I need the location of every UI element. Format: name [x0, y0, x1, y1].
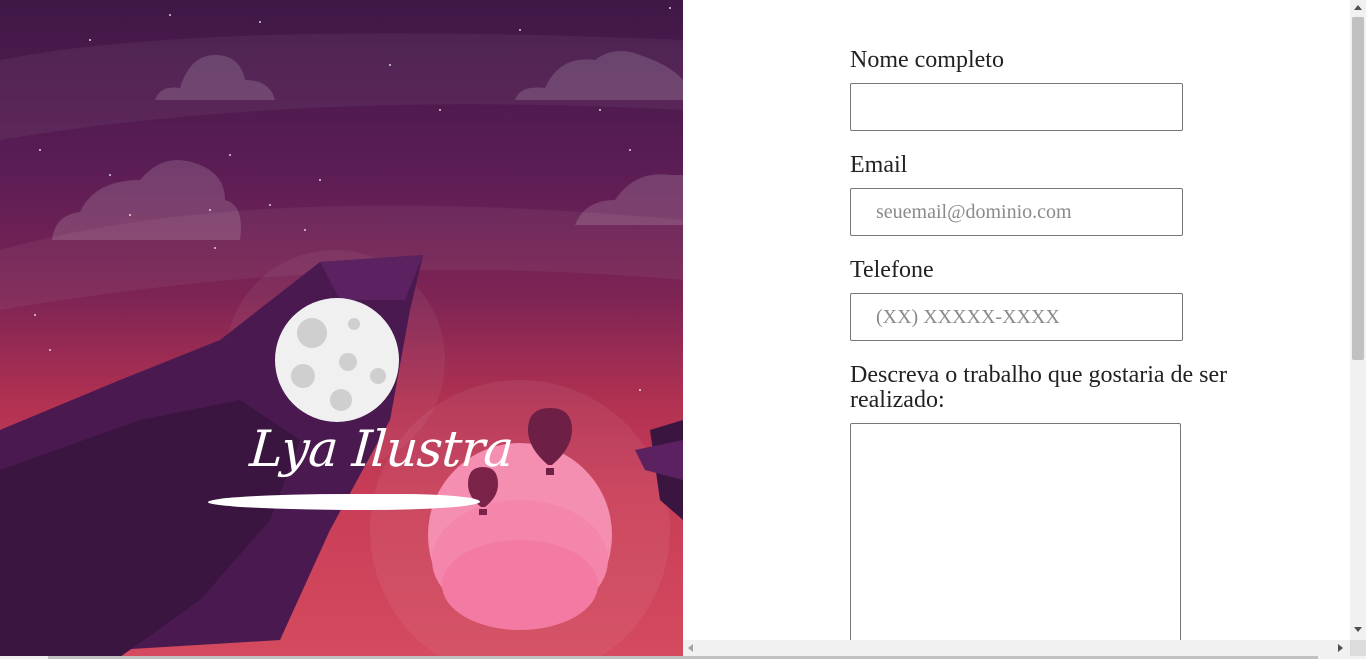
contact-form: Nome completo Email Telefone Descreva o … [850, 40, 1250, 640]
contact-form-panel: Nome completo Email Telefone Descreva o … [683, 0, 1350, 640]
email-label: Email [850, 152, 908, 178]
phone-input[interactable] [850, 293, 1183, 341]
email-input[interactable] [850, 188, 1183, 236]
scroll-left-arrow-icon[interactable] [688, 644, 693, 652]
name-input[interactable] [850, 83, 1183, 131]
scroll-up-arrow-icon[interactable] [1354, 5, 1362, 10]
hero-illustration: Lya Ilustra [0, 0, 683, 657]
scroll-down-arrow-icon[interactable] [1354, 627, 1362, 632]
scrollbar-corner [1350, 640, 1366, 656]
name-label: Nome completo [850, 47, 1004, 73]
brand-logo: Lya Ilustra [247, 420, 515, 478]
description-textarea[interactable] [850, 423, 1181, 640]
moon-icon [275, 298, 399, 422]
vertical-scrollbar-thumb[interactable] [1352, 17, 1364, 360]
description-label: Descreva o trabalho que gostaria de ser … [850, 362, 1228, 413]
night-landscape-illustration [0, 7, 683, 657]
horizontal-scrollbar[interactable] [683, 640, 1350, 656]
vertical-scrollbar[interactable] [1350, 0, 1366, 640]
phone-label: Telefone [850, 257, 934, 283]
scroll-right-arrow-icon[interactable] [1338, 644, 1343, 652]
